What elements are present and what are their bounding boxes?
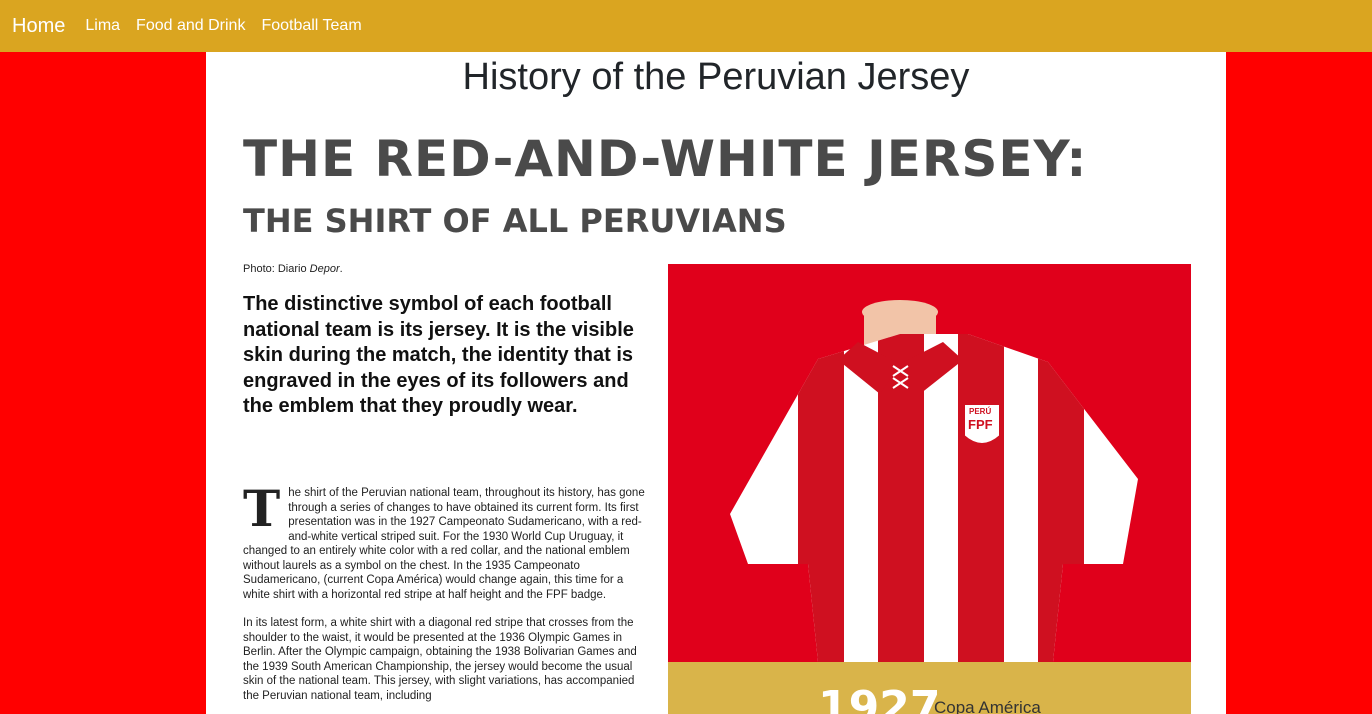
photo-credit-prefix: Photo: Diario (243, 263, 310, 275)
drop-cap: T (243, 479, 281, 538)
jersey-illustration (730, 300, 1138, 662)
nav-home-link[interactable]: Home (12, 15, 65, 38)
nav-link-food-and-drink[interactable]: Food and Drink (136, 17, 245, 35)
caption-year: 1927 (818, 682, 941, 714)
photo-credit-suffix: . (339, 263, 343, 275)
page-title: History of the Peruvian Jersey (462, 56, 970, 98)
nav-link-lima[interactable]: Lima (85, 17, 120, 35)
body-paragraph-1-text: he shirt of the Peruvian national team, … (243, 487, 645, 601)
main-content: History of the Peruvian Jersey THE RED-A… (206, 52, 1226, 714)
badge-text-main: FPF (968, 417, 993, 432)
body-paragraph-2: In its latest form, a white shirt with a… (243, 617, 637, 702)
photo-credit-source: Depor (309, 263, 340, 275)
jersey-caption-bar: 1927 Copa América (668, 662, 1191, 714)
jersey-photo-card: PERÚ FPF 1927 Copa América (668, 264, 1191, 714)
article-body: The shirt of the Peruvian national team,… (243, 479, 648, 714)
navbar: Home Lima Food and Drink Football Team (0, 0, 1372, 52)
body-paragraph-1: The shirt of the Peruvian national team,… (243, 479, 648, 602)
lead-paragraph: The distinctive symbol of each football … (243, 293, 634, 417)
caption-event: Copa América (934, 698, 1041, 714)
nav-link-football-team[interactable]: Football Team (261, 17, 361, 35)
article-subheading: THE SHIRT OF ALL PERUVIANS (243, 202, 787, 240)
article-heading: THE RED-AND-WHITE JERSEY: (243, 130, 1088, 188)
badge-text-top: PERÚ (969, 407, 992, 416)
photo-credit: Photo: Diario Depor. (243, 263, 343, 275)
